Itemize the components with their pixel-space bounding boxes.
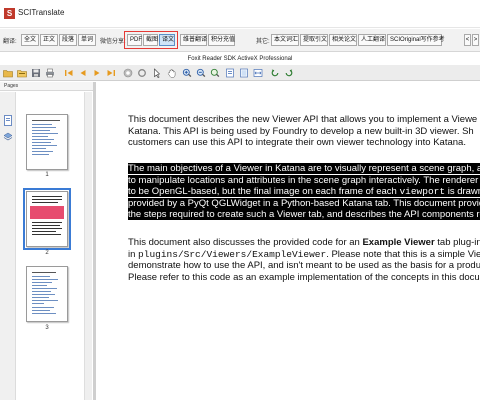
stop-icon[interactable] [123,68,133,78]
translate-label: 翻译: [3,39,17,45]
highlight-box [124,31,178,49]
hand-tool-icon[interactable] [167,68,177,78]
page-number-2: 2 [45,250,49,256]
vocabulary-button[interactable]: 本文词汇 [271,34,299,46]
paragraph-3: This document also discusses the provide… [128,237,480,283]
sci-writing-reference-button[interactable]: SCIOriginal写作参考 [387,34,445,46]
selected-text-line: to be OpenGL-based, but the final image … [128,186,400,198]
page-number-3: 3 [45,325,49,331]
zoom-icon[interactable] [210,68,220,78]
nav-right-button[interactable]: > [472,34,479,46]
zoom-out-icon[interactable] [196,68,206,78]
layers-tab-icon[interactable] [3,132,13,142]
translate-paragraph-button[interactable]: 段落 [59,34,77,46]
next-page-icon[interactable] [92,68,102,78]
text-line: in [128,248,139,260]
code-text: plugins/Src/Viewers/ExampleViewer [138,248,327,260]
select-text-icon[interactable] [153,68,163,78]
print-icon[interactable] [45,68,55,78]
other-label: 其它: [256,39,270,45]
selected-text-line: to manipulate locations and attributes i… [128,174,480,186]
actual-size-icon[interactable] [225,68,235,78]
selected-text-line: is drawn [445,186,480,198]
text-line: customers can use this API to integrate … [128,137,466,149]
thumbnail-scrollbar[interactable] [84,92,92,400]
nav-left-button[interactable]: < [464,34,471,46]
text-line: This document describes the new Viewer A… [128,114,478,125]
selected-text-line: The main objectives of a Viewer in Katan… [128,163,480,174]
pages-panel-header: Pages [0,82,93,91]
points-recharge-button[interactable]: 积分充值 [208,34,235,46]
save-icon[interactable] [31,68,41,78]
text-line: This document also discusses the provide… [128,237,363,248]
translate-toolbar: 翻译: 全文 正文 段落 单词 微信分享: PDF 截图 译文 维普翻译 积分充… [0,29,480,52]
selected-text-line: the steps required to create such a View… [128,209,480,221]
fit-page-icon[interactable] [239,68,249,78]
rotate-left-icon[interactable] [270,68,280,78]
translate-full-button[interactable]: 全文 [21,34,39,46]
bold-text: Example Viewer [362,237,435,248]
paragraph-2-selected[interactable]: The main objectives of a Viewer in Katan… [128,163,480,221]
wechat-share-label: 微信分享: [100,39,126,45]
text-line: demonstrate how to use the API, and isn'… [128,260,480,272]
fit-width-icon[interactable] [253,68,263,78]
text-line: Please refer to this code as an example … [128,271,480,283]
app-icon: S [4,8,15,19]
viewer-toolbar [0,65,480,81]
zoom-in-icon[interactable] [182,68,192,78]
thumbnail-panel: 1 2 3 [16,92,93,400]
refresh-icon[interactable] [137,68,147,78]
text-line: tab plug-in. [434,237,480,248]
weipu-translate-button[interactable]: 维普翻译 [180,34,207,46]
first-page-icon[interactable] [64,68,74,78]
extract-citations-button[interactable]: 提取引文 [300,34,328,46]
previous-page-icon[interactable] [78,68,88,78]
selected-code-text: viewport [399,186,446,198]
title-bar: S SCITranslate [0,0,480,28]
text-line: Katana. This API is being used by Foundr… [128,125,474,137]
page-thumbnail-3[interactable] [26,266,68,322]
page-thumbnail-2[interactable] [23,188,71,250]
translate-word-button[interactable]: 单词 [78,34,96,46]
page-number-1: 1 [45,172,49,178]
paragraph-1: This document describes the new Viewer A… [128,114,480,149]
document-view: This document describes the new Viewer A… [96,82,480,400]
viewer-title: Foxit Reader SDK ActiveX Professional [0,53,480,65]
page-thumbnail-1[interactable] [26,114,68,170]
human-translation-button[interactable]: 人工翻译 [358,34,386,46]
translate-body-button[interactable]: 正文 [40,34,58,46]
rotate-right-icon[interactable] [284,68,294,78]
text-line: . Please note that this is a simple Vie [326,248,480,260]
related-papers-button[interactable]: 相关论文 [329,34,357,46]
app-title: SCITranslate [18,8,65,17]
selected-text-line: provided by a PyQt QGLWidget in a Python… [128,197,480,209]
pages-tab-icon[interactable] [3,115,13,127]
sidebar-tab-strip [0,92,16,400]
open-folder-icon[interactable] [3,68,13,78]
last-page-icon[interactable] [106,68,116,78]
open-file-icon[interactable] [17,68,27,78]
